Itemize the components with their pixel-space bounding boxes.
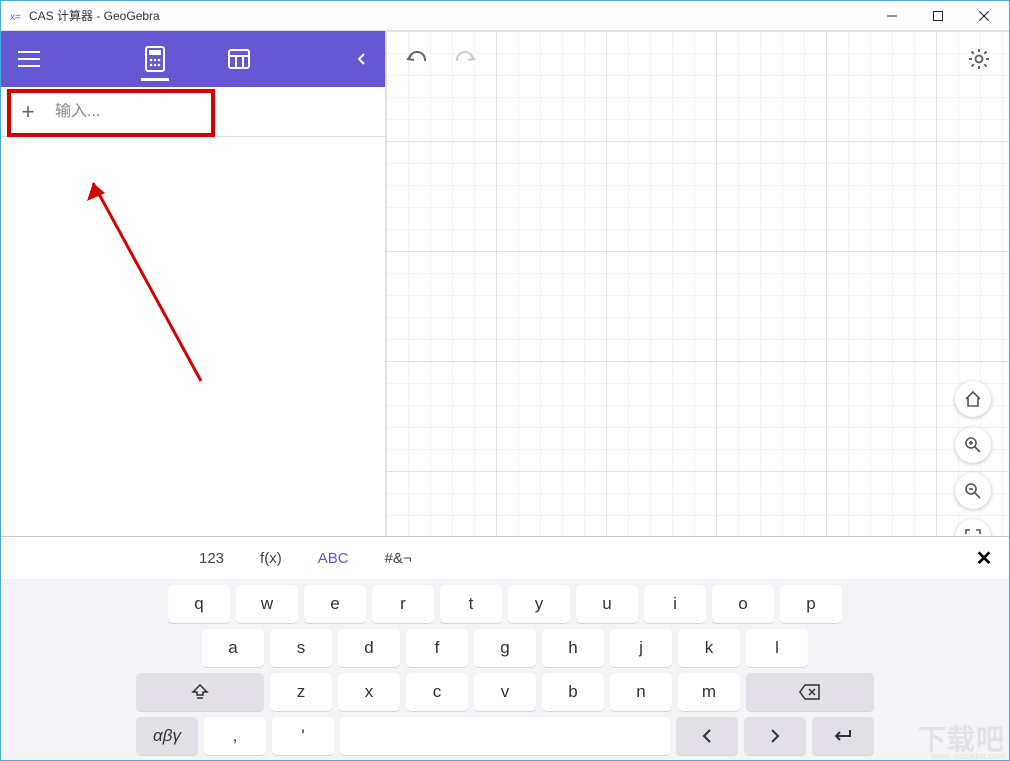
settings-button[interactable]: [963, 43, 995, 75]
key-right[interactable]: [744, 717, 806, 755]
redo-button[interactable]: [450, 43, 482, 75]
content: +: [1, 31, 1009, 536]
keyboard-row-4: αβγ , ': [11, 717, 999, 755]
key-h[interactable]: h: [542, 629, 604, 667]
key-left[interactable]: [676, 717, 738, 755]
graph-grid[interactable]: [386, 31, 1009, 536]
annotation-arrow: [81, 171, 211, 391]
keyboard-close-button[interactable]: ✕: [969, 543, 999, 573]
titlebar: x= CAS 计算器 - GeoGebra: [1, 1, 1009, 31]
menu-button[interactable]: [1, 31, 57, 87]
tab-table[interactable]: [217, 31, 261, 87]
key-space[interactable]: [340, 717, 670, 755]
key-r[interactable]: r: [372, 585, 434, 623]
graph-toolbar: [386, 31, 1009, 87]
key-shift[interactable]: [136, 673, 264, 711]
close-button[interactable]: [961, 1, 1007, 31]
key-c[interactable]: c: [406, 673, 468, 711]
key-backspace[interactable]: [746, 673, 874, 711]
undo-icon: [405, 51, 427, 67]
zoom-in-icon: [964, 436, 982, 454]
key-j[interactable]: j: [610, 629, 672, 667]
key-d[interactable]: d: [338, 629, 400, 667]
keyboard-tab-numeric[interactable]: 123: [181, 537, 242, 579]
key-greek[interactable]: αβγ: [136, 717, 198, 755]
right-icon: [770, 729, 780, 743]
key-a[interactable]: a: [202, 629, 264, 667]
key-y[interactable]: y: [508, 585, 570, 623]
key-s[interactable]: s: [270, 629, 332, 667]
virtual-keyboard: 123 f(x) ABC #&¬ ✕ q w e r t y u i o p a…: [1, 536, 1009, 760]
key-e[interactable]: e: [304, 585, 366, 623]
key-apostrophe[interactable]: ': [272, 717, 334, 755]
maximize-button[interactable]: [915, 1, 961, 31]
key-z[interactable]: z: [270, 673, 332, 711]
window-title: CAS 计算器 - GeoGebra: [29, 7, 869, 24]
keyboard-row-2: a s d f g h j k l: [11, 629, 999, 667]
keyboard-row-3: z x c v b n m: [11, 673, 999, 711]
shift-icon: [191, 684, 209, 700]
undo-button[interactable]: [400, 43, 432, 75]
redo-icon: [455, 51, 477, 67]
key-w[interactable]: w: [236, 585, 298, 623]
key-f[interactable]: f: [406, 629, 468, 667]
tab-calculator[interactable]: [133, 31, 177, 87]
gear-icon: [968, 48, 990, 70]
left-icon: [702, 729, 712, 743]
key-u[interactable]: u: [576, 585, 638, 623]
key-p[interactable]: p: [780, 585, 842, 623]
key-x[interactable]: x: [338, 673, 400, 711]
keyboard-tab-abc[interactable]: ABC: [300, 537, 367, 579]
table-icon: [228, 49, 250, 69]
collapse-panel-button[interactable]: [337, 31, 385, 87]
chevron-left-icon: [357, 53, 365, 65]
input-row: +: [1, 87, 385, 137]
calculator-icon: [145, 46, 165, 72]
key-b[interactable]: b: [542, 673, 604, 711]
keyboard-tab-symbols[interactable]: #&¬: [367, 537, 430, 579]
key-q[interactable]: q: [168, 585, 230, 623]
graph-panel: [386, 31, 1009, 536]
home-view-button[interactable]: [955, 381, 991, 417]
key-v[interactable]: v: [474, 673, 536, 711]
minimize-button[interactable]: [869, 1, 915, 31]
key-comma[interactable]: ,: [204, 717, 266, 755]
home-icon: [964, 390, 982, 408]
key-o[interactable]: o: [712, 585, 774, 623]
zoom-out-button[interactable]: [955, 473, 991, 509]
app-window: x= CAS 计算器 - GeoGebra: [0, 0, 1010, 761]
key-t[interactable]: t: [440, 585, 502, 623]
keyboard-row-1: q w e r t y u i o p: [11, 585, 999, 623]
key-l[interactable]: l: [746, 629, 808, 667]
keyboard-tabs: 123 f(x) ABC #&¬ ✕: [1, 537, 1009, 579]
keyboard-tab-functions[interactable]: f(x): [242, 537, 300, 579]
key-i[interactable]: i: [644, 585, 706, 623]
zoom-out-icon: [964, 482, 982, 500]
key-g[interactable]: g: [474, 629, 536, 667]
graph-fab-column: [955, 381, 991, 555]
add-input-button[interactable]: +: [1, 87, 55, 136]
key-k[interactable]: k: [678, 629, 740, 667]
key-enter[interactable]: [812, 717, 874, 755]
left-panel: +: [1, 31, 386, 536]
enter-icon: [833, 729, 853, 743]
zoom-in-button[interactable]: [955, 427, 991, 463]
svg-text:x=: x=: [10, 12, 21, 22]
menu-icon: [18, 51, 40, 67]
key-m[interactable]: m: [678, 673, 740, 711]
backspace-icon: [799, 684, 821, 700]
key-n[interactable]: n: [610, 673, 672, 711]
app-icon: x=: [9, 9, 23, 23]
cas-input[interactable]: [55, 103, 385, 121]
left-toolbar: [1, 31, 385, 87]
